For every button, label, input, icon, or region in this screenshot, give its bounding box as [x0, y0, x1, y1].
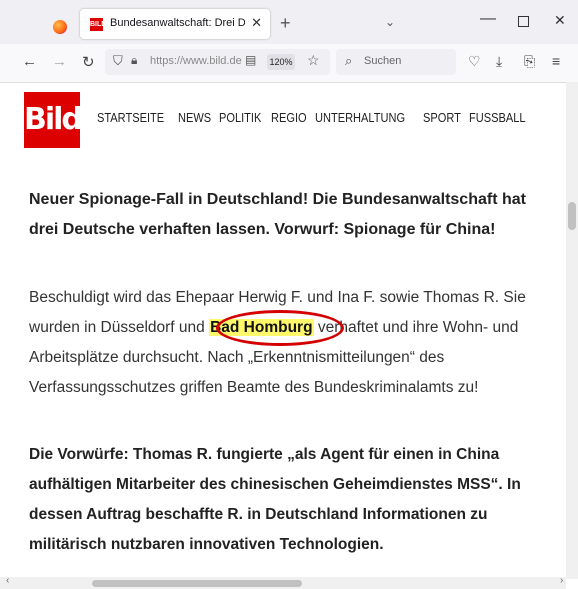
article-lead: Neuer Spionage-Fall in Deutschland! Die …	[29, 191, 526, 238]
bild-favicon-icon: BILD	[90, 18, 106, 31]
scroll-left-icon[interactable]: ‹	[6, 575, 9, 586]
nav-news[interactable]: NEWS	[178, 110, 211, 125]
window-close-icon[interactable]: ✕	[554, 12, 566, 29]
url-bar[interactable]: ⛉ 🔒︎ https://www.bild.de ▤ 120% ☆	[105, 49, 330, 75]
bild-logo[interactable]: Bild	[24, 92, 83, 148]
close-tab-icon[interactable]: ✕	[251, 15, 262, 31]
highlighted-location: Bad Homburg	[209, 319, 314, 336]
nav-politik[interactable]: POLITIK	[219, 110, 261, 125]
back-icon[interactable]: ←	[22, 53, 37, 70]
extensions-icon[interactable]: ⎘	[524, 53, 535, 70]
pocket-icon[interactable]: ♡	[468, 53, 481, 70]
tab-bar: BILD Bundesanwaltschaft: Drei Deutsche .…	[0, 0, 578, 44]
new-tab-icon[interactable]: +	[280, 13, 291, 34]
horizontal-scrollbar[interactable]: ‹ ›	[0, 575, 566, 589]
search-icon: ⌕	[345, 53, 353, 68]
chevron-down-icon[interactable]: ⌄	[385, 15, 395, 29]
article-body: Beschuldigt wird das Ehepaar Herwig F. u…	[29, 283, 559, 403]
firefox-view-icon[interactable]	[53, 20, 67, 34]
nav-fussball[interactable]: FUSSBALL	[469, 110, 526, 125]
shield-icon[interactable]: ⛉	[113, 53, 123, 69]
reload-icon[interactable]: ↻	[82, 53, 95, 71]
article-bold-paragraph: Die Vorwürfe: Thomas R. fungierte „als A…	[29, 446, 521, 553]
lock-icon[interactable]: 🔒︎	[131, 53, 137, 68]
reader-view-icon[interactable]: ▤	[245, 53, 256, 67]
nav-sport[interactable]: SPORT	[423, 110, 461, 125]
nav-regio[interactable]: REGIO	[271, 110, 307, 125]
tab-title: Bundesanwaltschaft: Drei Deutsche ...	[110, 17, 245, 29]
active-tab[interactable]: BILD Bundesanwaltschaft: Drei Deutsche .…	[80, 9, 270, 39]
search-box[interactable]: ⌕ Suchen	[336, 49, 456, 75]
download-icon[interactable]: ⤓	[496, 53, 502, 70]
horizontal-scroll-thumb[interactable]	[92, 580, 302, 587]
star-icon[interactable]: ☆	[307, 52, 320, 69]
vertical-scroll-thumb[interactable]	[568, 202, 576, 230]
navigation-toolbar: ← → ↻ ⛉ 🔒︎ https://www.bild.de ▤ 120% ☆ …	[0, 44, 578, 83]
nav-startseite[interactable]: STARTSEITE	[97, 110, 164, 125]
vertical-scrollbar[interactable]	[566, 82, 578, 579]
zoom-level[interactable]: 120%	[267, 54, 295, 70]
search-input[interactable]: Suchen	[364, 55, 401, 67]
main-navigation: STARTSEITE NEWS POLITIK REGIO UNTERHALTU…	[97, 110, 528, 125]
menu-icon[interactable]: ≡	[552, 53, 560, 69]
url-text: https://www.bild.de	[150, 55, 242, 67]
minimize-icon[interactable]: —	[480, 10, 496, 28]
nav-unterhaltung[interactable]: UNTERHALTUNG	[315, 110, 405, 125]
scroll-right-icon[interactable]: ›	[560, 575, 563, 586]
forward-icon[interactable]: →	[52, 53, 67, 70]
maximize-icon[interactable]	[518, 16, 529, 27]
